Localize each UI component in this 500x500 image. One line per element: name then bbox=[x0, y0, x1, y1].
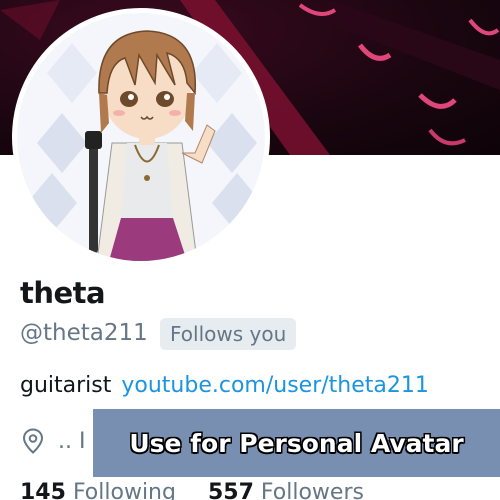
followers-count: 557 bbox=[207, 480, 254, 500]
location-text: .. I bbox=[58, 428, 86, 454]
avatar[interactable] bbox=[17, 13, 265, 261]
followers-link[interactable]: 557 Followers bbox=[208, 480, 364, 500]
profile-bio: guitarist youtube.com/user/theta211 bbox=[20, 373, 429, 398]
following-label: Following bbox=[72, 480, 176, 500]
caption-overlay: Use for Personal Avatar bbox=[93, 409, 500, 477]
following-link[interactable]: 145 Following bbox=[20, 480, 176, 500]
followers-label: Followers bbox=[260, 480, 364, 500]
caption-text: Use for Personal Avatar bbox=[129, 428, 464, 458]
follows-you-badge: Follows you bbox=[160, 318, 297, 350]
following-count: 145 bbox=[20, 480, 66, 500]
profile-location: .. I bbox=[22, 428, 85, 454]
user-handle: @theta211 bbox=[20, 320, 148, 346]
display-name: theta bbox=[20, 276, 106, 310]
bio-link[interactable]: youtube.com/user/theta211 bbox=[121, 373, 428, 398]
avatar-frame[interactable] bbox=[12, 8, 270, 266]
profile-stats: 145 Following 557 Followers bbox=[20, 480, 396, 500]
bio-text: guitarist bbox=[20, 373, 112, 398]
avatar-illustration bbox=[27, 30, 262, 261]
map-pin-icon bbox=[22, 428, 44, 454]
